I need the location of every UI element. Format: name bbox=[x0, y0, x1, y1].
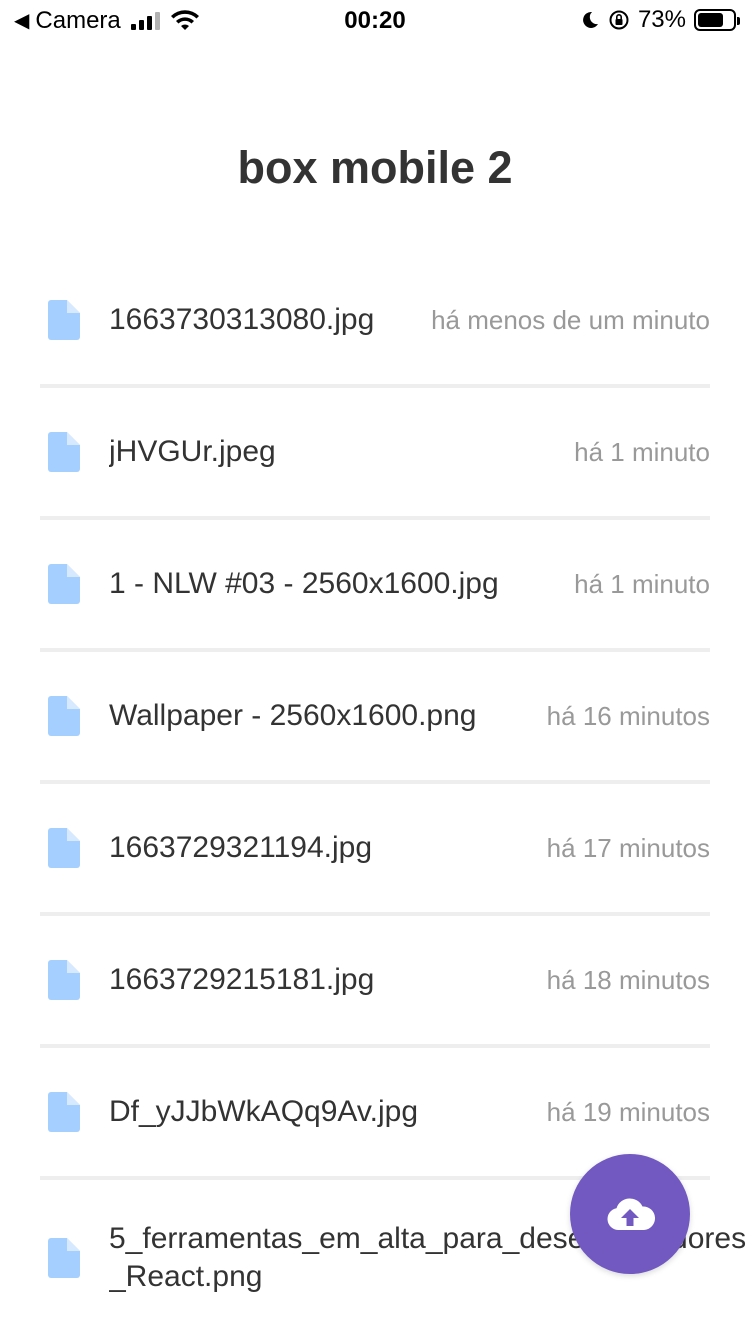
screen: ◀ Camera 00:20 73% box mobile 2 16637303… bbox=[0, 0, 750, 1334]
file-time: há 18 minutos bbox=[544, 964, 710, 996]
file-time: há menos de um minuto bbox=[429, 304, 710, 336]
battery-percent: 73% bbox=[637, 6, 686, 33]
moon-icon bbox=[583, 11, 598, 28]
status-bar: ◀ Camera 00:20 73% bbox=[0, 0, 750, 40]
upload-button[interactable] bbox=[570, 1154, 690, 1274]
battery-icon bbox=[694, 9, 740, 31]
cloud-upload-icon bbox=[607, 1198, 656, 1230]
file-icon bbox=[48, 432, 80, 472]
status-right: 73% bbox=[580, 6, 740, 34]
file-icon bbox=[48, 828, 80, 868]
file-icon bbox=[48, 300, 80, 340]
file-icon bbox=[48, 696, 80, 736]
file-row[interactable]: 1 - NLW #03 - 2560x1600.jpg há 1 minuto bbox=[40, 520, 710, 652]
file-row[interactable]: 1663729321194.jpg há 17 minutos bbox=[40, 784, 710, 916]
file-time: há 19 minutos bbox=[544, 1096, 710, 1128]
file-row[interactable]: jHVGUr.jpeg há 1 minuto bbox=[40, 388, 710, 520]
file-row[interactable]: 1663730313080.jpg há menos de um minuto bbox=[40, 256, 710, 388]
orientation-lock-icon bbox=[609, 10, 629, 30]
file-icon bbox=[48, 1238, 80, 1278]
file-icon bbox=[48, 564, 80, 604]
file-row[interactable]: Wallpaper - 2560x1600.png há 16 minutos bbox=[40, 652, 710, 784]
file-time: há 1 minuto bbox=[572, 436, 710, 468]
file-icon bbox=[48, 960, 80, 1000]
file-time: há 17 minutos bbox=[544, 832, 710, 864]
battery-tip bbox=[737, 17, 740, 25]
battery-level bbox=[698, 13, 723, 27]
file-icon bbox=[48, 1092, 80, 1132]
file-row[interactable]: 1663729215181.jpg há 18 minutos bbox=[40, 916, 710, 1048]
file-time: há 1 minuto bbox=[572, 568, 710, 600]
file-time: há 16 minutos bbox=[544, 700, 710, 732]
page-title: box mobile 2 bbox=[237, 142, 513, 193]
